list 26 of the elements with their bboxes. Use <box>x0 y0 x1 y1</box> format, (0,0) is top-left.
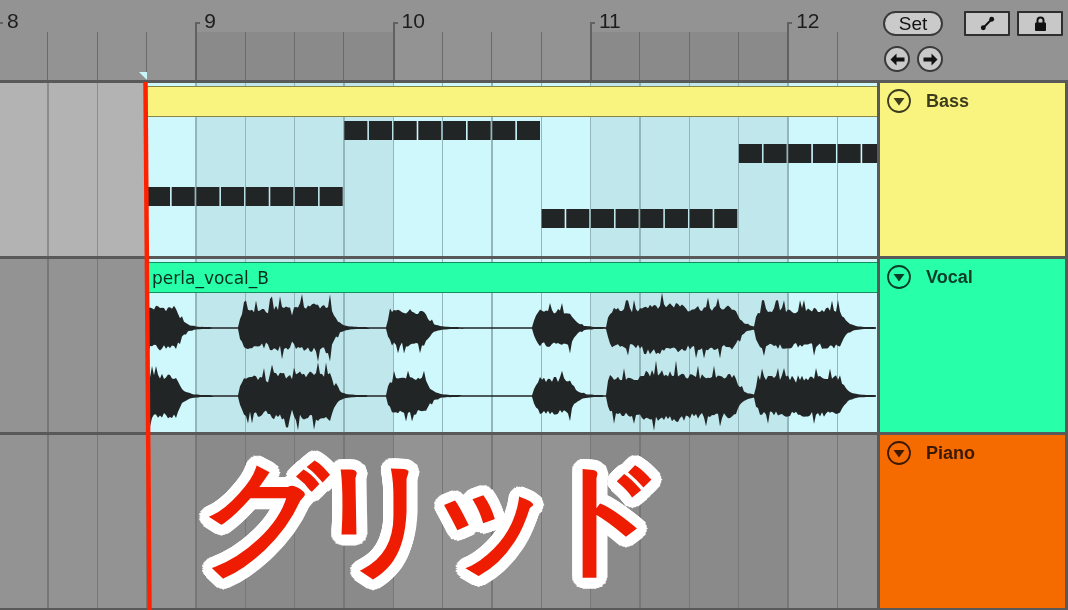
track-name: Vocal <box>926 266 973 288</box>
arrow-left-button[interactable] <box>884 46 910 72</box>
lock-icon <box>1033 16 1047 31</box>
connector-toggle-button[interactable] <box>964 11 1010 36</box>
arrow-left-icon <box>889 52 905 66</box>
track-name: Piano <box>926 442 975 464</box>
arrow-right-icon <box>922 52 938 66</box>
clip-name: perla_vocal_B <box>152 267 269 288</box>
audio-clip[interactable]: perla_vocal_B <box>146 259 877 432</box>
track-header[interactable]: Piano <box>880 435 1065 608</box>
arrow-right-button[interactable] <box>917 46 943 72</box>
bar-number: 10 <box>401 10 425 32</box>
midi-clip[interactable] <box>146 83 877 256</box>
set-button[interactable]: Set <box>883 11 943 36</box>
lock-button[interactable] <box>1017 11 1063 36</box>
dotted-line-icon <box>979 16 995 31</box>
bar-number: 11 <box>598 10 621 32</box>
bar-number: 12 <box>796 10 820 32</box>
bar-number: 8 <box>7 10 19 32</box>
track-header[interactable]: Bass <box>880 83 1065 256</box>
track-header[interactable]: Vocal <box>880 259 1065 432</box>
start-marker-icon[interactable] <box>139 72 147 80</box>
bar-number: 9 <box>204 10 216 32</box>
clip-header[interactable] <box>146 86 877 117</box>
track-name: Bass <box>926 90 970 112</box>
clip-header[interactable]: perla_vocal_B <box>146 262 877 293</box>
